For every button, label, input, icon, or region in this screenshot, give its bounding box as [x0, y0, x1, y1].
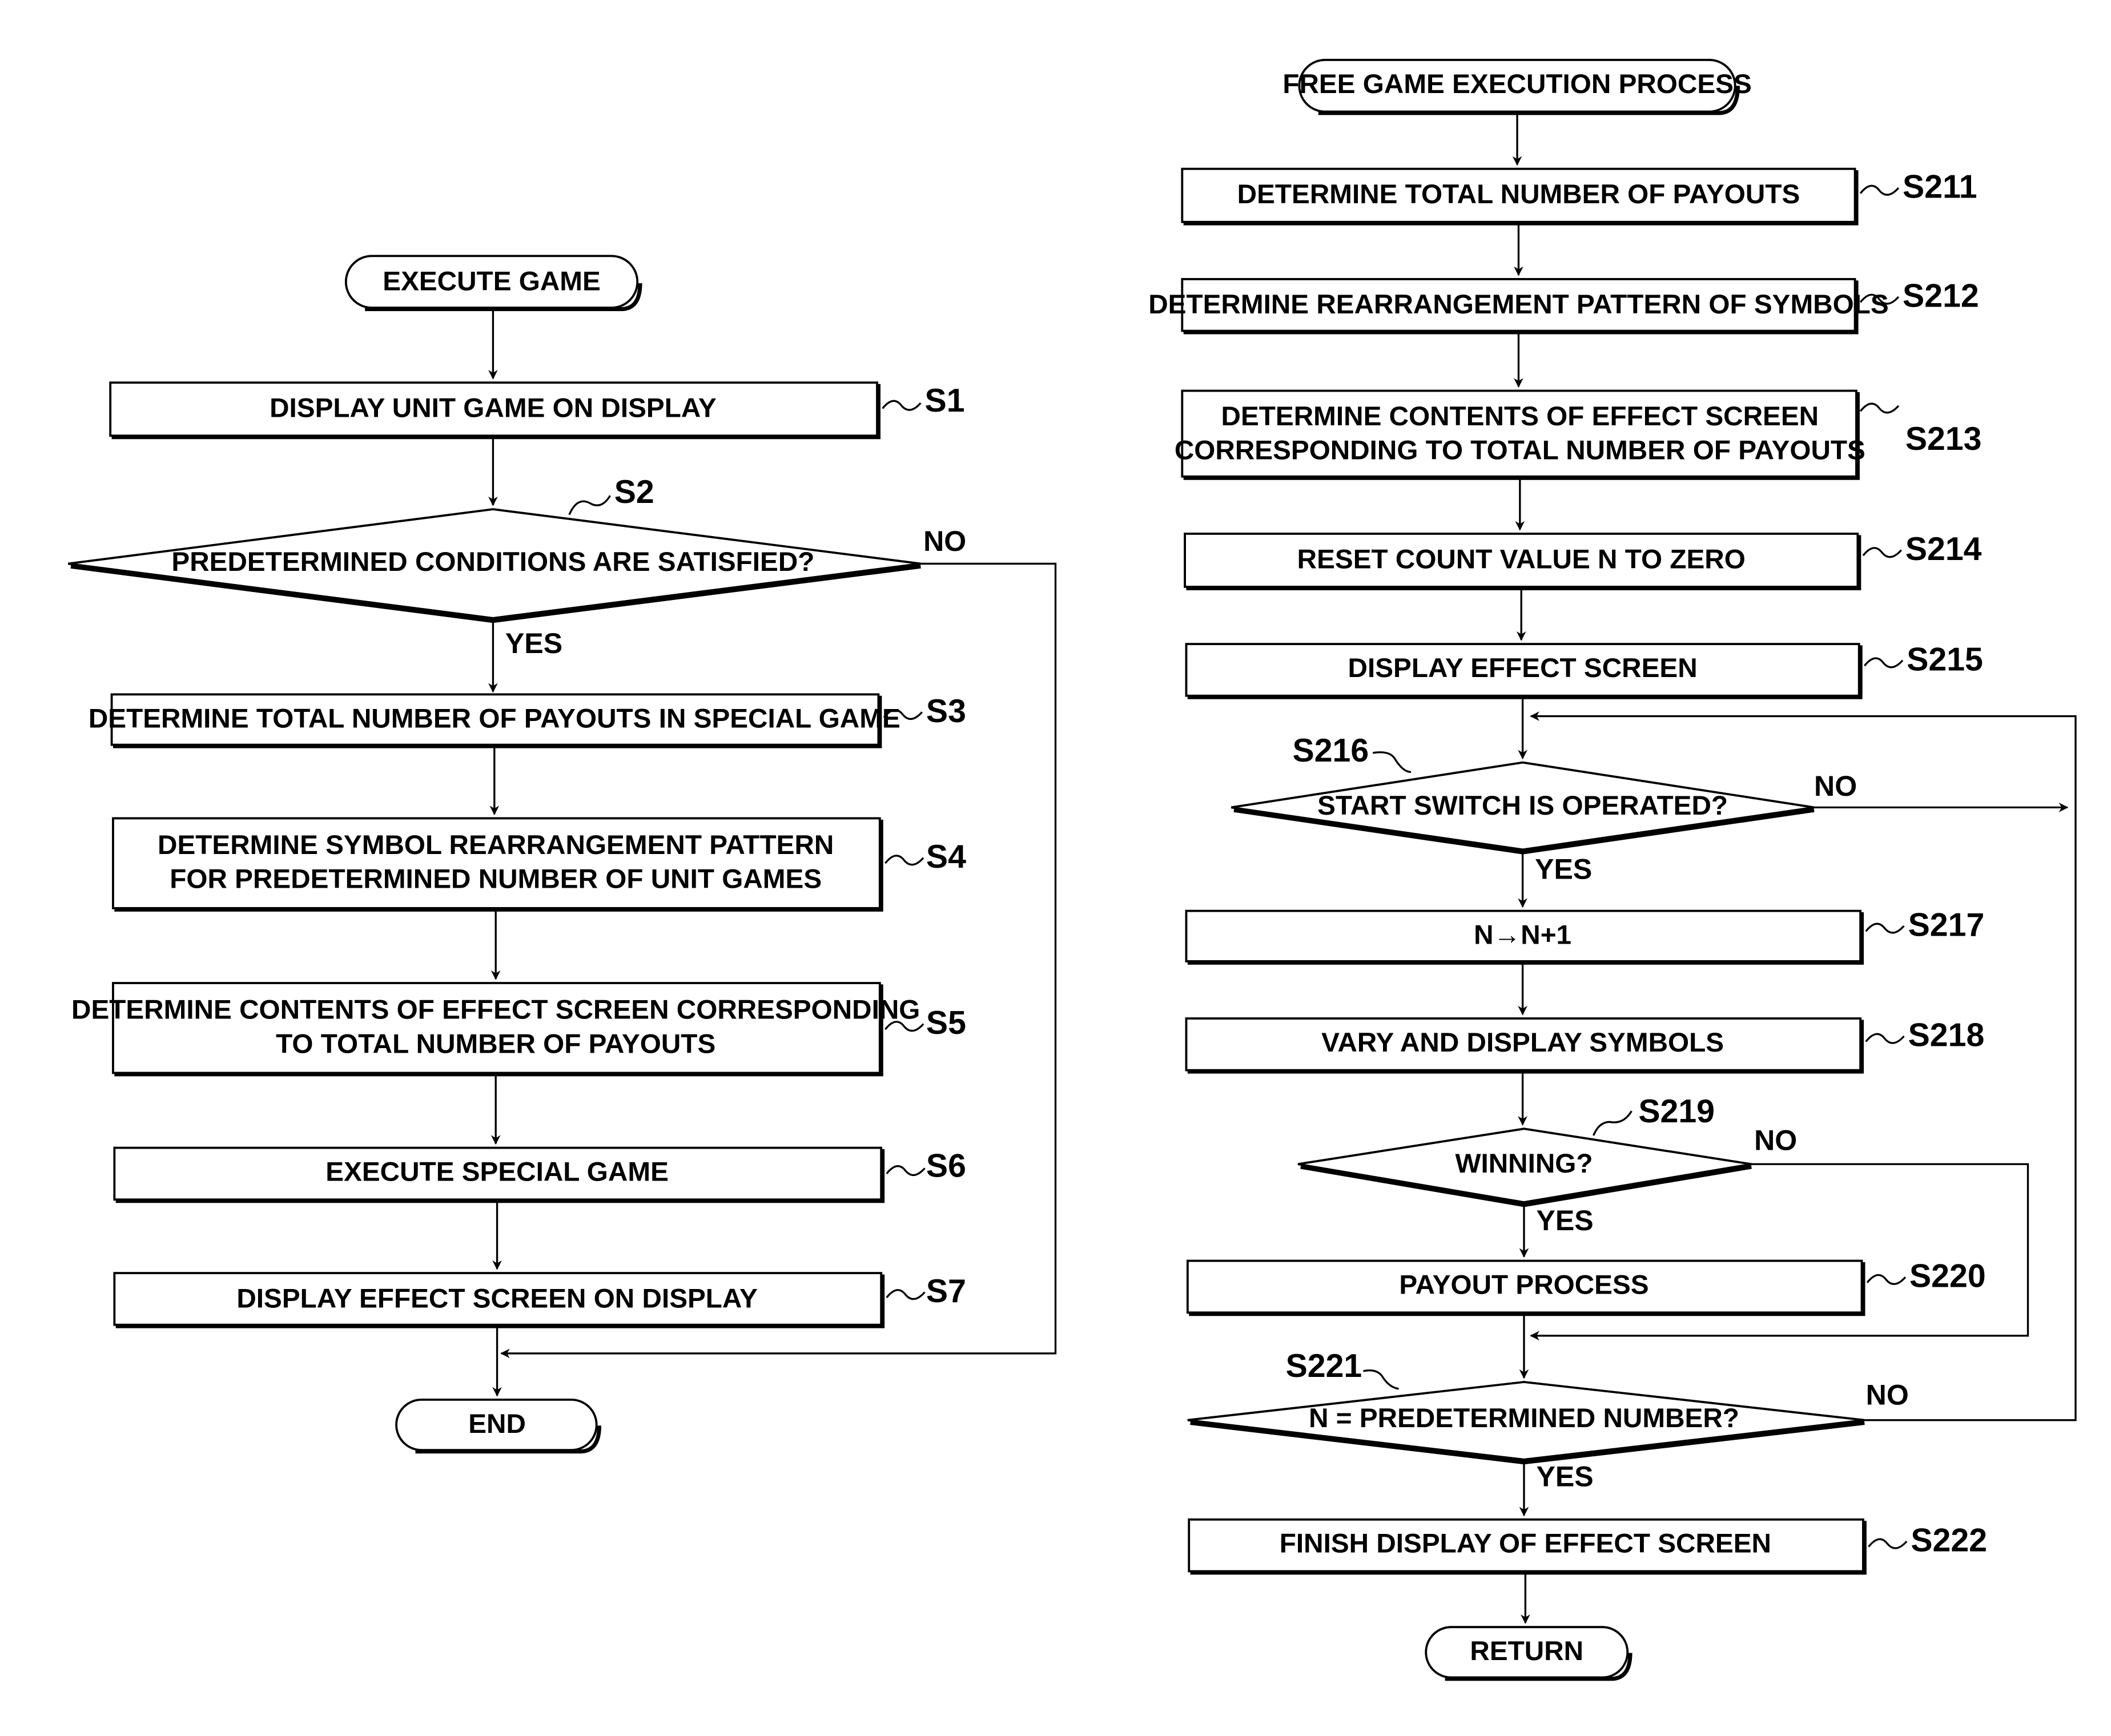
- decision-text: N = PREDETERMINED NUMBER?: [1309, 1403, 1739, 1433]
- step-label-s7: S7: [926, 1273, 966, 1310]
- process-text: PAYOUT PROCESS: [1399, 1270, 1648, 1300]
- terminal-execute-game: EXECUTE GAME: [344, 255, 642, 311]
- step-label-s221: S221: [1286, 1348, 1362, 1384]
- terminal-label: EXECUTE GAME: [383, 267, 601, 297]
- process-box-s3: DETERMINE TOTAL NUMBER OF PAYOUTS IN SPE…: [89, 693, 966, 748]
- terminal-return: RETURN: [1425, 1626, 1632, 1681]
- process-box-s1: DISPLAY UNIT GAME ON DISPLAY S1: [109, 381, 965, 440]
- step-label-s214: S214: [1905, 531, 1982, 567]
- yes-label: YES: [1536, 1205, 1593, 1236]
- process-box-s211: DETERMINE TOTAL NUMBER OF PAYOUTS S211: [1181, 167, 1977, 225]
- process-text: VARY AND DISPLAY SYMBOLS: [1321, 1028, 1724, 1058]
- no-label: NO: [1754, 1124, 1797, 1156]
- terminal-end: END: [395, 1398, 602, 1454]
- step-label-s213: S213: [1905, 421, 1982, 457]
- terminal-label: END: [468, 1409, 526, 1439]
- process-text: DETERMINE TOTAL NUMBER OF PAYOUTS IN SPE…: [89, 703, 900, 734]
- process-box-s222: FINISH DISPLAY OF EFFECT SCREEN S222: [1188, 1518, 1987, 1575]
- process-text: N→N+1: [1474, 920, 1571, 950]
- no-label: NO: [1866, 1379, 1909, 1411]
- process-text-line2: CORRESPONDING TO TOTAL NUMBER OF PAYOUTS: [1175, 435, 1865, 465]
- decision-text: START SWITCH IS OPERATED?: [1317, 791, 1728, 821]
- process-box-s220: PAYOUT PROCESS S220: [1186, 1258, 1986, 1316]
- process-box-s214: RESET COUNT VALUE N TO ZERO S214: [1184, 531, 1982, 590]
- yes-label: YES: [505, 627, 562, 659]
- decision-s221: N = PREDETERMINED NUMBER? S221 NO YES: [1187, 1348, 1909, 1492]
- step-label-s219: S219: [1638, 1093, 1715, 1130]
- no-label: NO: [1814, 770, 1857, 802]
- step-label-s2: S2: [614, 474, 654, 510]
- process-box-s6: EXECUTE SPECIAL GAME S6: [113, 1146, 966, 1203]
- step-label-s4: S4: [926, 839, 966, 875]
- step-label-s220: S220: [1909, 1258, 1986, 1295]
- step-label-s216: S216: [1293, 732, 1369, 769]
- process-text: DISPLAY EFFECT SCREEN ON DISPLAY: [236, 1283, 758, 1314]
- step-label-s1: S1: [925, 382, 965, 419]
- step-label-s215: S215: [1907, 641, 1983, 678]
- step-label-s5: S5: [926, 1005, 966, 1041]
- no-label: NO: [923, 525, 966, 557]
- step-label-s222: S222: [1911, 1522, 1987, 1558]
- step-label-s217: S217: [1908, 907, 1985, 943]
- decision-text: WINNING?: [1455, 1149, 1593, 1179]
- step-label-s212: S212: [1903, 277, 1979, 314]
- process-text-line1: DETERMINE CONTENTS OF EFFECT SCREEN CORR…: [71, 995, 920, 1025]
- process-text: RESET COUNT VALUE N TO ZERO: [1297, 544, 1746, 574]
- terminal-label: FREE GAME EXECUTION PROCESS: [1282, 69, 1751, 99]
- no-branch-connector: [500, 562, 1057, 1359]
- terminal-label: RETURN: [1470, 1636, 1583, 1666]
- decision-s219: WINNING? S219 NO YES: [1297, 1093, 1797, 1236]
- step-label-s6: S6: [926, 1148, 966, 1185]
- process-text-line1: DETERMINE SYMBOL REARRANGEMENT PATTERN: [158, 830, 834, 860]
- process-box-s5: DETERMINE CONTENTS OF EFFECT SCREEN CORR…: [71, 982, 966, 1077]
- process-box-s215: DISPLAY EFFECT SCREEN S215: [1185, 641, 1983, 699]
- process-box-s7: DISPLAY EFFECT SCREEN ON DISPLAY S7: [113, 1272, 966, 1328]
- flowchart-canvas: EXECUTE GAME DISPLAY UNIT GAME ON DISPLA…: [68, 59, 2077, 1681]
- process-text: DETERMINE TOTAL NUMBER OF PAYOUTS: [1237, 179, 1800, 210]
- process-box-s212: DETERMINE REARRANGEMENT PATTERN OF SYMBO…: [1148, 277, 1979, 335]
- step-label-s211: S211: [1903, 169, 1977, 206]
- right-flowchart: FREE GAME EXECUTION PROCESS DETERMINE TO…: [1148, 59, 2077, 1681]
- step-label-s3: S3: [926, 693, 966, 730]
- process-text: DISPLAY EFFECT SCREEN: [1348, 653, 1698, 683]
- process-text: FINISH DISPLAY OF EFFECT SCREEN: [1280, 1529, 1771, 1559]
- process-box-s218: VARY AND DISPLAY SYMBOLS S218: [1185, 1017, 1985, 1074]
- process-text-line2: TO TOTAL NUMBER OF PAYOUTS: [276, 1029, 715, 1059]
- terminal-free-game-execution-process: FREE GAME EXECUTION PROCESS: [1282, 59, 1752, 115]
- yes-label: YES: [1535, 853, 1592, 885]
- process-text: EXECUTE SPECIAL GAME: [325, 1157, 669, 1187]
- process-text-line1: DETERMINE CONTENTS OF EFFECT SCREEN: [1221, 401, 1819, 432]
- process-box-s217: N→N+1 S217: [1185, 907, 1985, 965]
- step-label-s218: S218: [1908, 1017, 1985, 1054]
- decision-s216: START SWITCH IS OPERATED? S216 NO YES: [1231, 732, 1857, 885]
- process-box-s213: DETERMINE CONTENTS OF EFFECT SCREEN CORR…: [1175, 389, 1982, 480]
- process-text-line2: FOR PREDETERMINED NUMBER OF UNIT GAMES: [170, 864, 822, 895]
- process-box-s4: DETERMINE SYMBOL REARRANGEMENT PATTERN F…: [112, 817, 966, 912]
- process-text: DETERMINE REARRANGEMENT PATTERN OF SYMBO…: [1148, 289, 1888, 320]
- left-flowchart: EXECUTE GAME DISPLAY UNIT GAME ON DISPLA…: [68, 255, 1057, 1454]
- decision-text: PREDETERMINED CONDITIONS ARE SATISFIED?: [171, 547, 814, 577]
- decision-s2: PREDETERMINED CONDITIONS ARE SATISFIED? …: [68, 474, 966, 659]
- process-text: DISPLAY UNIT GAME ON DISPLAY: [270, 393, 717, 424]
- yes-label: YES: [1536, 1460, 1593, 1492]
